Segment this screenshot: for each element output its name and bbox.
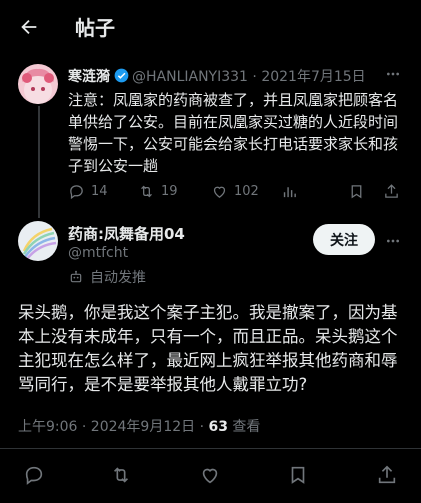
like-count: 102 xyxy=(234,183,259,199)
tweet-text: 注意：凤凰家的药商被查了，并且凤凰家把顾客名单供给了公安。目前在凤凰家买过糖的人… xyxy=(68,91,399,175)
bookmark-icon xyxy=(351,184,362,198)
reply-icon[interactable] xyxy=(23,464,45,486)
avatar[interactable] xyxy=(18,221,58,261)
reply-count: 14 xyxy=(91,183,108,199)
more-icon[interactable] xyxy=(385,66,401,82)
reply-icon xyxy=(70,184,83,199)
views-icon xyxy=(283,186,296,197)
tweet-actions: 14 19 102 xyxy=(68,181,403,201)
tweet-date[interactable]: 2021年7月15日 xyxy=(261,69,365,85)
share-button[interactable] xyxy=(383,181,406,201)
retweet-button[interactable]: 19 xyxy=(138,181,178,201)
robot-icon xyxy=(70,270,82,283)
bookmark-icon[interactable] xyxy=(287,464,309,486)
share-icon xyxy=(385,183,398,198)
like-icon[interactable] xyxy=(199,464,221,486)
view-count: 63 xyxy=(208,419,228,435)
page-title: 帖子 xyxy=(75,16,115,40)
reply-button[interactable]: 14 xyxy=(68,181,108,201)
like-icon xyxy=(213,186,226,198)
author-handle[interactable]: @mtfcht xyxy=(68,245,128,261)
author-name[interactable]: 寒涟漪 xyxy=(68,69,110,85)
tweet-actions xyxy=(0,461,421,487)
author-name[interactable]: 药商:凤舞备用04 xyxy=(68,223,185,244)
share-icon[interactable] xyxy=(376,464,398,486)
more-icon[interactable] xyxy=(385,233,401,249)
like-button[interactable]: 102 xyxy=(211,181,259,201)
thread-line xyxy=(38,106,40,218)
divider xyxy=(0,448,421,449)
tweet-header: 寒涟漪 @HANLIANYI331 · 2021年7月15日 xyxy=(68,66,366,86)
automated-badge: 自动发推 xyxy=(68,267,146,287)
separator-dot: · xyxy=(247,69,262,85)
retweet-icon[interactable] xyxy=(110,464,132,486)
tweet-meta: 上午9:06 · 2024年9月12日 · 63 查看 xyxy=(18,416,260,436)
retweet-icon xyxy=(141,185,152,197)
verified-icon xyxy=(114,68,129,83)
bookmark-button[interactable] xyxy=(348,181,371,201)
retweet-count: 19 xyxy=(161,183,178,199)
follow-button[interactable]: 关注 xyxy=(313,224,375,255)
back-arrow-icon[interactable] xyxy=(18,16,40,38)
views-label: 查看 xyxy=(227,419,261,435)
author-handle[interactable]: @HANLIANYI331 xyxy=(132,69,248,85)
automated-label: 自动发推 xyxy=(90,270,146,286)
tweet-timestamp[interactable]: 上午9:06 · 2024年9月12日 · xyxy=(18,419,209,435)
top-bar: 帖子 xyxy=(0,0,421,52)
tweet-text: 呆头鹅，你是我这个案子主犯。我是撤案了，因为基本上没有未成年，只有一个，而且正品… xyxy=(18,303,398,394)
avatar[interactable] xyxy=(18,64,58,104)
views-button[interactable] xyxy=(281,181,304,201)
